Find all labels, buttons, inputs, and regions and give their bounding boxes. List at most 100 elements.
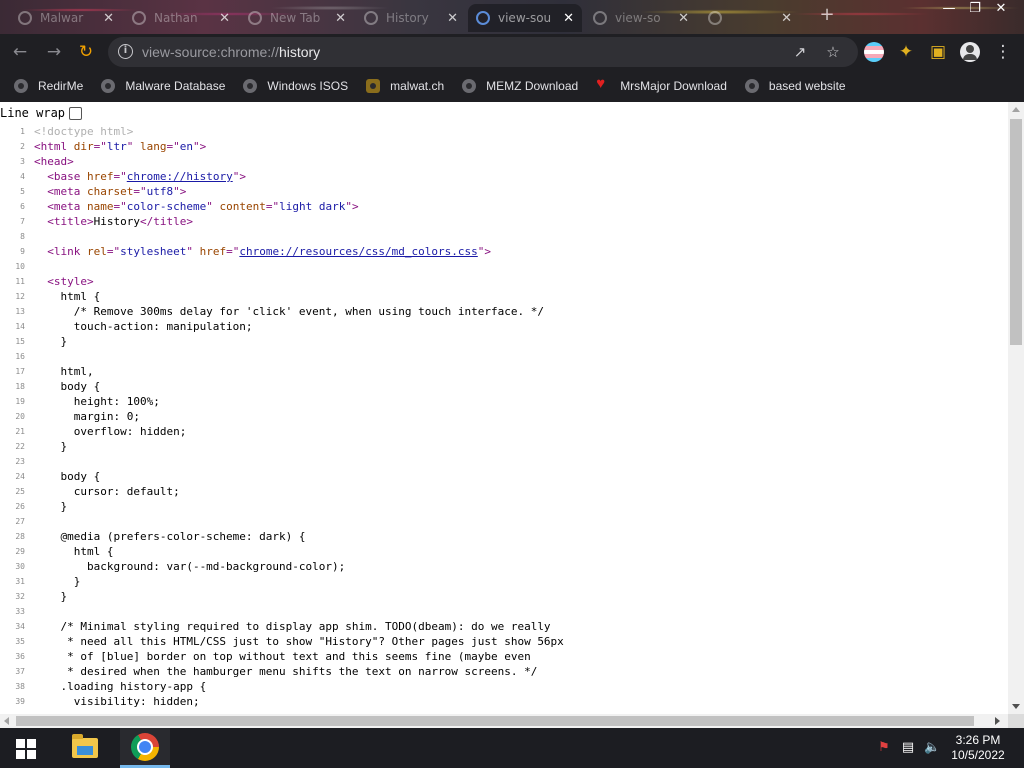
- vertical-scroll-thumb[interactable]: [1010, 119, 1022, 345]
- chrome-taskbar-button[interactable]: [120, 728, 170, 768]
- tab-close-icon[interactable]: ✕: [335, 11, 346, 26]
- address-bar[interactable]: i view-source:chrome://history ↗ ☆: [108, 37, 858, 67]
- tab-close-icon[interactable]: ✕: [103, 11, 114, 26]
- side-panel-icon[interactable]: ▣: [926, 40, 950, 64]
- info-icon[interactable]: i: [118, 44, 133, 59]
- bookmark-item[interactable]: based website: [744, 79, 846, 93]
- source-line: 6 <meta name="color-scheme" content="lig…: [0, 199, 1008, 214]
- line-number: 34: [15, 622, 25, 631]
- line-number: 33: [15, 607, 25, 616]
- maximize-button[interactable]: ❐: [962, 0, 988, 20]
- bookmark-item[interactable]: Windows ISOS: [243, 79, 348, 93]
- source-line: 8: [0, 229, 1008, 244]
- globe-icon: [744, 79, 759, 93]
- browser-toolbar: ← → ↻ i view-source:chrome://history ↗ ☆…: [0, 34, 1024, 70]
- source-line: 19 height: 100%;: [0, 394, 1008, 409]
- vertical-scrollbar[interactable]: [1008, 102, 1024, 714]
- volume-icon[interactable]: 🔈: [924, 740, 940, 756]
- scroll-up-arrow-icon[interactable]: [1012, 107, 1020, 112]
- line-content: * need all this HTML/CSS just to show "H…: [34, 635, 564, 648]
- bookmark-item[interactable]: malwat.ch: [366, 79, 444, 93]
- scroll-right-arrow-icon[interactable]: [995, 717, 1000, 725]
- folder-icon: [72, 734, 98, 758]
- line-wrap-control: Line wrap: [0, 105, 83, 121]
- line-number: 25: [15, 487, 25, 496]
- tray-flag-icon[interactable]: ⚑: [876, 740, 892, 756]
- line-content: <link rel="stylesheet" href="chrome://re…: [47, 245, 492, 258]
- bookmark-star-icon[interactable]: ☆: [823, 42, 843, 62]
- bookmark-item[interactable]: MEMZ Download: [462, 79, 578, 93]
- source-line: 33: [0, 604, 1008, 619]
- line-number: 15: [15, 337, 25, 346]
- line-number: 31: [15, 577, 25, 586]
- back-button[interactable]: ←: [8, 40, 32, 64]
- new-tab-button[interactable]: +: [818, 6, 836, 24]
- line-number: 17: [15, 367, 25, 376]
- line-number: 35: [15, 637, 25, 646]
- tab[interactable]: History ✕: [356, 4, 466, 32]
- source-link[interactable]: chrome://history: [127, 170, 233, 183]
- bookmark-item[interactable]: MrsMajor Download: [596, 75, 727, 93]
- heart-icon: [596, 75, 610, 93]
- tab-close-icon[interactable]: ✕: [447, 11, 458, 26]
- extensions-puzzle-icon[interactable]: ✦: [894, 40, 918, 64]
- source-line: 35 * need all this HTML/CSS just to show…: [0, 634, 1008, 649]
- source-line: 17 html,: [0, 364, 1008, 379]
- url-text[interactable]: view-source:chrome://history: [142, 44, 320, 60]
- close-window-button[interactable]: ✕: [988, 0, 1014, 20]
- line-content: [27, 514, 34, 529]
- line-content: margin: 0;: [34, 410, 140, 423]
- line-content: /* Minimal styling required to display a…: [34, 620, 551, 633]
- line-content: <base href="chrome://history">: [47, 170, 246, 183]
- tab-title: view-so: [615, 11, 661, 25]
- line-content: overflow: hidden;: [34, 425, 187, 438]
- source-line: 16: [0, 349, 1008, 364]
- line-number: 18: [15, 382, 25, 391]
- tab-close-icon[interactable]: ✕: [781, 11, 792, 26]
- tab[interactable]: ✕: [700, 4, 800, 32]
- line-number: 20: [15, 412, 25, 421]
- tab-close-icon[interactable]: ✕: [219, 11, 230, 26]
- line-number: 9: [20, 247, 25, 256]
- line-content: <head>: [34, 155, 74, 168]
- line-number: 5: [20, 187, 25, 196]
- flag-extension-icon[interactable]: [864, 42, 884, 62]
- forward-button[interactable]: →: [42, 40, 66, 64]
- profile-avatar[interactable]: [960, 42, 980, 62]
- horizontal-scroll-thumb[interactable]: [16, 716, 974, 726]
- bookmark-label: Windows ISOS: [267, 79, 349, 93]
- bookmark-item[interactable]: Malware Database: [101, 79, 225, 93]
- tab[interactable]: view-so ✕: [585, 4, 697, 32]
- bookmark-item[interactable]: RedirMe: [14, 79, 83, 93]
- line-content: }: [34, 575, 81, 588]
- tab[interactable]: Malwar ✕: [10, 4, 122, 32]
- line-number: 36: [15, 652, 25, 661]
- source-line: 30 background: var(--md-background-color…: [0, 559, 1008, 574]
- line-wrap-checkbox[interactable]: [69, 106, 83, 120]
- scroll-left-arrow-icon[interactable]: [4, 717, 9, 725]
- line-content: height: 100%;: [34, 395, 160, 408]
- menu-kebab-icon[interactable]: ⋮: [991, 40, 1015, 64]
- horizontal-scrollbar[interactable]: [0, 714, 1008, 728]
- scroll-down-arrow-icon[interactable]: [1012, 704, 1020, 709]
- tab-favicon-icon: [248, 11, 262, 25]
- minimize-button[interactable]: —: [936, 0, 962, 20]
- tab[interactable]: New Tab ✕: [240, 4, 354, 32]
- tab-close-icon[interactable]: ✕: [678, 11, 689, 26]
- share-icon[interactable]: ↗: [790, 42, 810, 62]
- line-number: 32: [15, 592, 25, 601]
- tab-close-icon[interactable]: ✕: [563, 11, 574, 26]
- source-line: 34 /* Minimal styling required to displa…: [0, 619, 1008, 634]
- windows-start-icon[interactable]: [16, 739, 36, 759]
- tab-title: Malwar: [40, 11, 84, 25]
- source-link[interactable]: chrome://resources/css/md_colors.css: [239, 245, 477, 258]
- tab[interactable]: Nathan ✕: [124, 4, 238, 32]
- network-icon[interactable]: ▤: [900, 740, 916, 756]
- reload-button[interactable]: ↻: [74, 40, 98, 64]
- tab-active[interactable]: view-sou ✕: [468, 4, 582, 32]
- source-line: 28 @media (prefers-color-scheme: dark) {: [0, 529, 1008, 544]
- file-explorer-taskbar-button[interactable]: [58, 728, 108, 768]
- system-clock[interactable]: 3:26 PM 10/5/2022: [944, 733, 1012, 763]
- line-number: 14: [15, 322, 25, 331]
- line-number: 19: [15, 397, 25, 406]
